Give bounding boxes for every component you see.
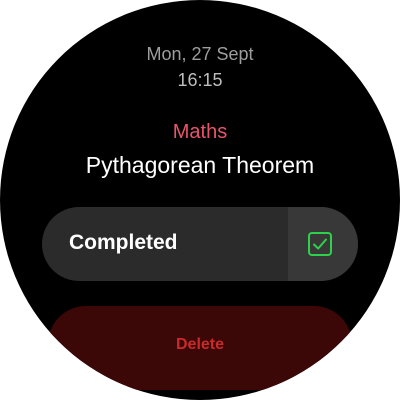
date-label: Mon, 27 Sept bbox=[146, 44, 254, 64]
task-title: Pythagorean Theorem bbox=[85, 152, 315, 178]
completed-toggle[interactable]: Completed bbox=[42, 207, 358, 281]
time-label: 16:15 bbox=[177, 70, 223, 90]
completed-label: Completed bbox=[69, 231, 178, 254]
checkbox[interactable] bbox=[308, 232, 332, 256]
checkmark-icon bbox=[313, 238, 327, 250]
delete-button[interactable]: Delete bbox=[48, 306, 352, 390]
delete-label: Delete bbox=[175, 336, 225, 353]
watch-screen: Mon, 27 Sept 16:15 Maths Pythagorean The… bbox=[0, 0, 400, 400]
subject-label: Maths bbox=[172, 121, 228, 143]
checkbox-area[interactable] bbox=[288, 207, 358, 281]
